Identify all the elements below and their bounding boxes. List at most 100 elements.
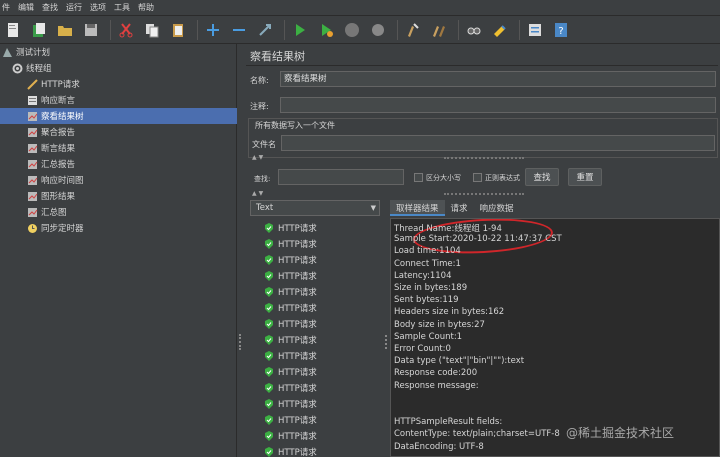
list-item[interactable]: HTTP请求 [264, 300, 317, 316]
collapse-arrows[interactable]: ▲▼ [252, 154, 265, 161]
search-icon[interactable] [463, 19, 485, 41]
list-item[interactable]: HTTP请求 [264, 284, 317, 300]
toolbar-divider [110, 19, 111, 40]
list-item[interactable]: HTTP请求 [264, 444, 317, 457]
result-line: DataEncoding: UTF-8 [394, 441, 484, 452]
menu-search[interactable]: 查找 [42, 2, 58, 13]
stop-icon[interactable] [341, 19, 363, 41]
reset-search-icon[interactable] [489, 19, 511, 41]
clear-icon[interactable] [402, 19, 424, 41]
menu-tools[interactable]: 工具 [114, 2, 130, 13]
success-icon [265, 287, 273, 297]
collapse-icon[interactable] [228, 19, 250, 41]
tree-node-response-assertion[interactable]: 响应断言 [0, 92, 237, 108]
menu-file[interactable]: 件 [2, 2, 10, 13]
start-icon[interactable] [289, 19, 311, 41]
help-icon[interactable]: ? [550, 19, 572, 41]
save-icon[interactable] [80, 19, 102, 41]
tree-node-assertion-results[interactable]: 断言结果 [0, 140, 237, 156]
copy-icon[interactable] [141, 19, 163, 41]
success-icon [265, 223, 273, 233]
success-icon [265, 351, 273, 361]
tree-node-summary-report[interactable]: 汇总报告 [0, 156, 237, 172]
expand-icon[interactable] [202, 19, 224, 41]
list-item[interactable]: HTTP请求 [264, 220, 317, 236]
menu-help[interactable]: 帮助 [138, 2, 154, 13]
list-item-label: HTTP请求 [278, 288, 317, 298]
list-item[interactable]: HTTP请求 [264, 268, 317, 284]
list-item[interactable]: HTTP请求 [264, 332, 317, 348]
tree-node-label: 同步定时器 [41, 224, 84, 234]
tree-node-view-results-tree[interactable]: 察看结果树 [0, 108, 237, 124]
tree-node-sync-timer[interactable]: 同步定时器 [0, 220, 237, 236]
tree-node-response-time-graph[interactable]: 响应时间图 [0, 172, 237, 188]
tab-sampler-result[interactable]: 取样器结果 [390, 200, 445, 216]
tree-node-label: 聚合报告 [41, 128, 76, 138]
timer-icon [28, 223, 37, 233]
sampler-result-text[interactable]: Thread Name:线程组 1-94 Sample Start:2020-1… [390, 218, 720, 457]
search-input[interactable] [278, 169, 404, 185]
list-item[interactable]: HTTP请求 [264, 380, 317, 396]
tree-node-thread-group[interactable]: 线程组 [0, 60, 237, 76]
splitter-grip[interactable] [444, 193, 524, 195]
splitter-grip[interactable] [444, 157, 524, 159]
regex-checkbox[interactable] [473, 173, 482, 182]
tree-node-summary-graph[interactable]: 汇总图 [0, 204, 237, 220]
tab-response-data[interactable]: 响应数据 [474, 200, 520, 216]
watermark: @稀土掘金技术社区 [566, 426, 675, 440]
menu-edit[interactable]: 编辑 [18, 2, 34, 13]
tree-node-label: 图形结果 [41, 192, 76, 202]
chevron-down-icon: ▼ [370, 204, 376, 212]
case-sensitive-checkbox[interactable] [414, 173, 423, 182]
list-item[interactable]: HTTP请求 [264, 252, 317, 268]
open-icon[interactable] [54, 19, 76, 41]
tree-node-label: 断言结果 [41, 144, 76, 154]
comment-field[interactable] [280, 97, 716, 113]
renderer-select[interactable]: Text ▼ [250, 200, 380, 216]
cut-icon[interactable] [115, 19, 137, 41]
list-item[interactable]: HTTP请求 [264, 316, 317, 332]
list-item[interactable]: HTTP请求 [264, 236, 317, 252]
list-item[interactable]: HTTP请求 [264, 364, 317, 380]
list-item[interactable]: HTTP请求 [264, 348, 317, 364]
toolbar-divider [458, 19, 459, 40]
comment-label: 注释: [250, 102, 269, 111]
listener-icon [28, 175, 38, 185]
paste-icon[interactable] [167, 19, 189, 41]
result-line: Latency:1104 [394, 270, 452, 281]
tree-node-http-request[interactable]: HTTP请求 [0, 76, 237, 92]
tab-request[interactable]: 请求 [445, 200, 474, 216]
templates-icon[interactable] [28, 19, 50, 41]
collapse-arrows[interactable]: ▲▼ [252, 190, 265, 197]
tree-node-test-plan[interactable]: 测试计划 [0, 44, 237, 60]
function-helper-icon[interactable] [524, 19, 546, 41]
list-item[interactable]: HTTP请求 [264, 396, 317, 412]
find-button[interactable]: 查找 [525, 168, 559, 186]
start-no-pause-icon[interactable] [315, 19, 337, 41]
tree-node-graph-results[interactable]: 图形结果 [0, 188, 237, 204]
toggle-icon[interactable] [254, 19, 276, 41]
menu-options[interactable]: 选项 [90, 2, 106, 13]
reset-button[interactable]: 重置 [568, 168, 602, 186]
new-icon[interactable] [2, 19, 24, 41]
list-item-label: HTTP请求 [278, 224, 317, 234]
case-sensitive-label: 区分大小写 [426, 174, 461, 182]
filename-label: 文件名 [252, 140, 276, 149]
clear-all-icon[interactable] [428, 19, 450, 41]
filename-field[interactable] [281, 135, 715, 151]
list-item-label: HTTP请求 [278, 432, 317, 442]
shutdown-icon[interactable] [367, 19, 389, 41]
name-field[interactable]: 察看结果树 [280, 71, 716, 87]
list-item[interactable]: HTTP请求 [264, 428, 317, 444]
tree-node-aggregate-report[interactable]: 聚合报告 [0, 124, 237, 140]
list-item[interactable]: HTTP请求 [264, 412, 317, 428]
success-icon [265, 383, 273, 393]
tree-node-label: 测试计划 [16, 48, 51, 58]
main-splitter[interactable] [238, 44, 243, 457]
view-results-tree-panel: 察看结果树 名称: 察看结果树 注释: 所有数据写入一个文件 文件名 ▲▼ 查找… [244, 44, 720, 457]
list-item-label: HTTP请求 [278, 384, 317, 394]
results-splitter[interactable] [383, 200, 389, 457]
success-icon [265, 271, 273, 281]
menu-run[interactable]: 运行 [66, 2, 82, 13]
test-plan-icon [3, 47, 12, 57]
